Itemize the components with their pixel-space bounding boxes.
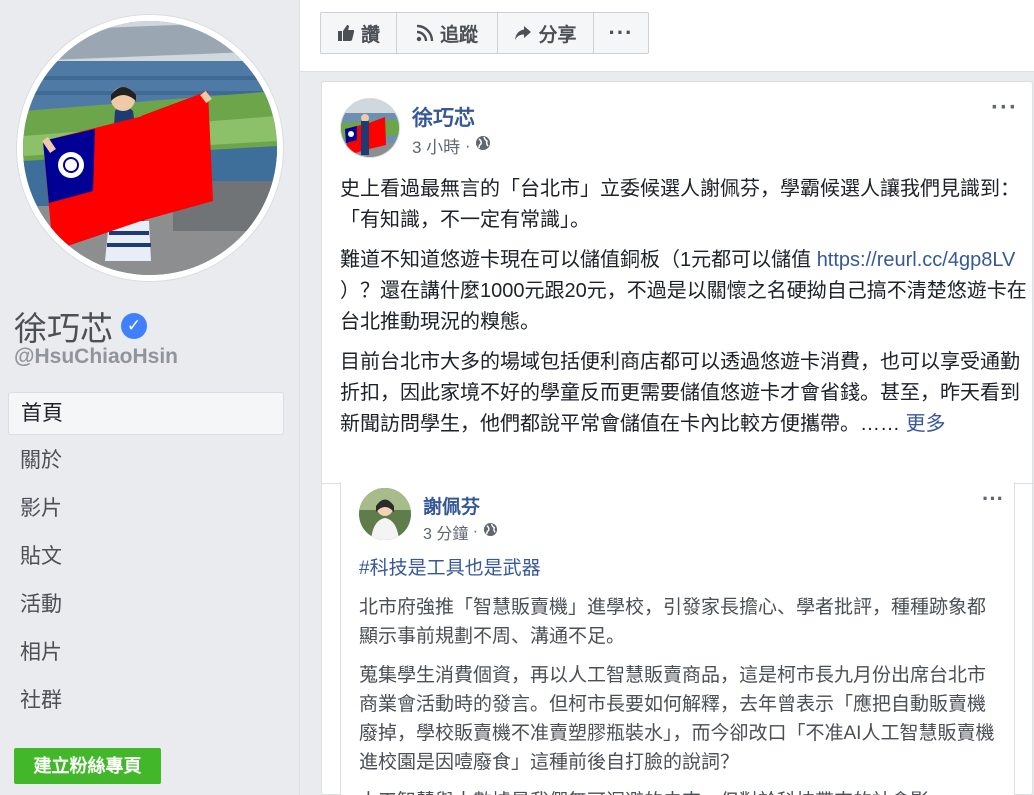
meta-separator: · bbox=[460, 135, 476, 155]
share-button[interactable]: 分享 bbox=[498, 13, 594, 53]
shared-paragraph: 蒐集學生消費個資，再以人工智慧販賣商品，這是柯市長九月份出席台北市商業會活動時的… bbox=[359, 665, 995, 773]
page-handle[interactable]: @HsuChiaoHsin bbox=[14, 345, 178, 369]
post-meta: 3 小時 · bbox=[412, 133, 491, 158]
post-text-segment: ）？還在講什麼1000元跟20元，不過是以關懷之名硬拗自己搞不清楚悠遊卡在台北推… bbox=[340, 280, 1027, 333]
share-arrow-icon bbox=[514, 24, 532, 42]
like-label: 讚 bbox=[360, 24, 380, 46]
shared-post-options-menu[interactable]: ··· bbox=[982, 486, 1004, 512]
verified-badge-icon: ✓ bbox=[121, 313, 147, 339]
nav-item-posts[interactable]: 貼文 bbox=[8, 535, 284, 579]
shared-post-meta: 3 分鐘 · bbox=[423, 520, 498, 544]
follow-button[interactable]: 追蹤 bbox=[397, 13, 498, 53]
nav-item-photos[interactable]: 相片 bbox=[8, 631, 284, 675]
shared-post[interactable]: 謝佩芬 3 分鐘 · ··· #科技是工具也是武器 北市府強推「智慧販賣機」進學… bbox=[340, 482, 1015, 795]
see-more-link[interactable]: 更多 bbox=[906, 413, 946, 435]
shared-author-name[interactable]: 謝佩芬 bbox=[423, 492, 480, 519]
page-name[interactable]: 徐巧芯 bbox=[14, 302, 113, 350]
globe-public-icon[interactable] bbox=[483, 522, 498, 542]
post-link[interactable]: https://reurl.cc/4gp8LV bbox=[817, 249, 1016, 271]
page-action-bar: 讚 追蹤 分享 ··· bbox=[300, 0, 1034, 72]
nav-item-community[interactable]: 社群 bbox=[8, 679, 284, 723]
profile-picture-frame[interactable] bbox=[16, 14, 284, 282]
action-button-group: 讚 追蹤 分享 ··· bbox=[320, 12, 649, 54]
post-paragraph: 史上看過最無言的「台北市」立委候選人謝佩芬，學霸候選人讓我們見識到：「有知識，不… bbox=[340, 178, 1020, 231]
profile-picture[interactable] bbox=[23, 21, 277, 275]
nav-item-videos[interactable]: 影片 bbox=[8, 487, 284, 531]
hashtag-link[interactable]: #科技是工具也是武器 bbox=[359, 554, 999, 583]
page-name-row: 徐巧芯 ✓ bbox=[14, 302, 147, 350]
post-options-menu[interactable]: ··· bbox=[991, 94, 1018, 122]
page-nav: 首頁 關於 影片 貼文 活動 相片 社群 bbox=[8, 392, 284, 727]
nav-item-about[interactable]: 關於 bbox=[8, 439, 284, 483]
thumbs-up-icon bbox=[337, 24, 355, 42]
post-text-segment: 難道不知道悠遊卡現在可以儲值銅板（1元都可以儲值 bbox=[340, 249, 817, 271]
meta-separator: · bbox=[468, 523, 483, 540]
shared-paragraph: 人工智慧與大數據是我們無可迴避的未來，但對於科技帶來的社會影 bbox=[359, 787, 999, 795]
shared-post-text: #科技是工具也是武器 北市府強推「智慧販賣機」進學校，引發家長擔心、學者批評，種… bbox=[359, 554, 999, 795]
share-label: 分享 bbox=[538, 24, 577, 46]
globe-public-icon[interactable] bbox=[475, 135, 491, 156]
page-sidebar: 徐巧芯 ✓ @HsuChiaoHsin 首頁 關於 影片 貼文 活動 相片 社群… bbox=[0, 0, 300, 795]
like-page-button[interactable]: 讚 bbox=[321, 13, 397, 53]
nav-item-events[interactable]: 活動 bbox=[8, 583, 284, 627]
shared-paragraph: 北市府強推「智慧販賣機」進學校，引發家長擔心、學者批評，種種跡象都顯示事前規劃不… bbox=[359, 597, 987, 647]
nav-item-home[interactable]: 首頁 bbox=[8, 392, 284, 435]
post-text: 史上看過最無言的「台北市」立委候選人謝佩芬，學霸候選人讓我們見識到：「有知識，不… bbox=[340, 174, 1030, 449]
post-timestamp[interactable]: 3 小時 bbox=[412, 133, 460, 158]
create-page-button[interactable]: 建立粉絲專頁 bbox=[14, 748, 161, 784]
more-options-button[interactable]: ··· bbox=[594, 13, 648, 53]
shared-author-avatar[interactable] bbox=[359, 488, 411, 540]
post-author-name[interactable]: 徐巧芯 bbox=[412, 102, 475, 132]
post-paragraph: 難道不知道悠遊卡現在可以儲值銅板（1元都可以儲值 https://reurl.c… bbox=[340, 245, 1030, 338]
follow-label: 追蹤 bbox=[439, 24, 478, 46]
post-author-avatar[interactable] bbox=[340, 98, 400, 158]
rss-follow-icon bbox=[416, 24, 434, 42]
post-paragraph: 目前台北市大多的場域包括便利商店都可以透過悠遊卡消費，也可以享受通勤折扣，因此家… bbox=[340, 347, 1030, 440]
post-card: 徐巧芯 3 小時 · ··· 史上看過最無言的「台北市」立委候選人謝佩芬，學霸候… bbox=[321, 81, 1034, 795]
shared-post-timestamp[interactable]: 3 分鐘 bbox=[423, 520, 468, 544]
